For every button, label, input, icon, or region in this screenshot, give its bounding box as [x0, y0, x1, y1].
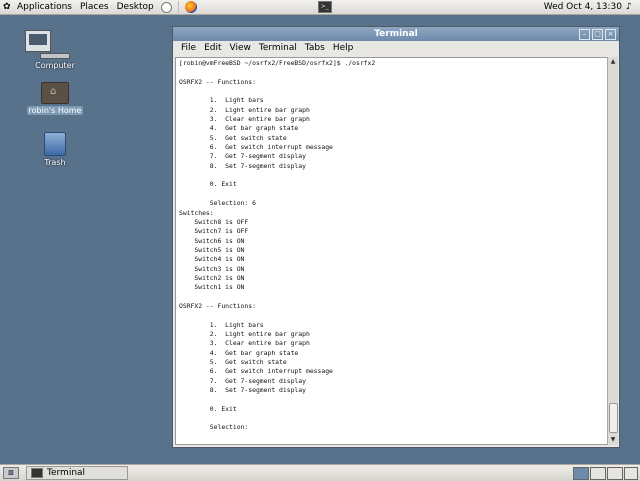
menu-places[interactable]: Places [76, 0, 113, 14]
menu-view[interactable]: View [226, 43, 255, 53]
desktop-icon-label: Trash [44, 158, 66, 167]
menu-edit[interactable]: Edit [200, 43, 225, 53]
menu-file[interactable]: File [177, 43, 200, 53]
window-buttons: – □ × [579, 29, 616, 40]
workspace-2[interactable] [590, 467, 606, 480]
window-menubar: File Edit View Terminal Tabs Help [173, 41, 619, 55]
menu-tabs[interactable]: Tabs [301, 43, 329, 53]
desktop-icon-home[interactable]: robin's Home [25, 82, 85, 115]
scroll-down-icon[interactable]: ▼ [608, 435, 618, 445]
close-icon[interactable]: × [605, 29, 616, 40]
menu-help[interactable]: Help [329, 43, 358, 53]
terminal-text: [robin@vmFreeBSD ~/osrfx2/FreeBSD/osrfx2… [179, 59, 376, 432]
terminal-task-icon [31, 468, 43, 478]
help-icon[interactable] [160, 1, 172, 13]
show-desktop-icon[interactable]: ▧ [3, 467, 19, 479]
scrollbar[interactable]: ▲ ▼ [607, 57, 618, 445]
desktop-icon-label: Computer [35, 61, 75, 70]
computer-icon [25, 30, 85, 59]
workspace-1[interactable] [573, 467, 589, 480]
scroll-thumb[interactable] [609, 403, 618, 433]
desktop-icon-computer[interactable]: Computer [25, 30, 85, 70]
bottom-panel: ▧ Terminal [0, 464, 640, 481]
maximize-icon[interactable]: □ [592, 29, 603, 40]
panel-separator [177, 1, 179, 13]
menu-desktop[interactable]: Desktop [113, 0, 158, 14]
minimize-icon[interactable]: – [579, 29, 590, 40]
menu-applications[interactable]: Applications [13, 0, 76, 14]
desktop-icon-label: robin's Home [26, 106, 84, 115]
workspace-4[interactable] [624, 467, 638, 480]
trash-icon [44, 132, 66, 156]
top-panel: ✿ Applications Places Desktop >_ Wed Oct… [0, 0, 640, 15]
terminal-launcher-icon[interactable]: >_ [317, 1, 332, 13]
volume-icon[interactable]: ♪ [626, 2, 636, 12]
terminal-window[interactable]: Terminal – □ × File Edit View Terminal T… [172, 26, 620, 448]
gnome-foot-icon[interactable]: ✿ [3, 2, 13, 12]
menu-terminal[interactable]: Terminal [255, 43, 301, 53]
taskbar-terminal-label: Terminal [47, 468, 86, 478]
window-title: Terminal [374, 29, 418, 39]
window-titlebar[interactable]: Terminal – □ × [173, 27, 619, 41]
clock[interactable]: Wed Oct 4, 13:30 [544, 0, 622, 14]
scroll-up-icon[interactable]: ▲ [608, 57, 618, 67]
taskbar-terminal-button[interactable]: Terminal [26, 466, 128, 480]
home-folder-icon [41, 82, 69, 104]
workspace-3[interactable] [607, 467, 623, 480]
desktop-icon-trash[interactable]: Trash [25, 132, 85, 167]
terminal-output[interactable]: [robin@vmFreeBSD ~/osrfx2/FreeBSD/osrfx2… [175, 57, 609, 445]
firefox-icon[interactable] [184, 1, 197, 13]
